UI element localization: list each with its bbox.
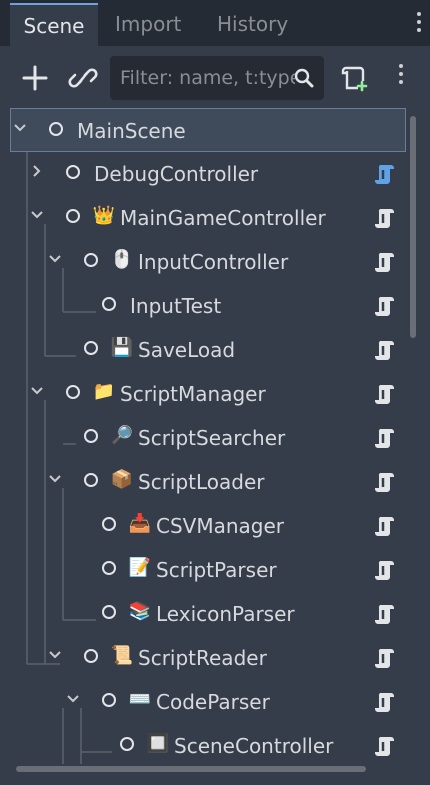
node-emoji-icon: 🖱️ xyxy=(110,249,134,270)
node-icon xyxy=(84,341,98,355)
node-emoji-icon: 🔲 xyxy=(146,733,170,754)
tree-row[interactable]: 📜 ScriptReader xyxy=(10,636,406,680)
node-icon xyxy=(66,165,80,179)
node-label: ScriptManager xyxy=(120,382,266,406)
node-icon xyxy=(102,693,116,707)
tree-row[interactable]: 📦 ScriptLoader xyxy=(10,460,406,504)
node-emoji-icon: 📦 xyxy=(110,469,134,490)
node-icon xyxy=(84,253,98,267)
tree-row[interactable]: 🔲 SceneController xyxy=(10,724,406,764)
tree-vertical-scrollbar[interactable] xyxy=(408,112,418,756)
more-options-icon[interactable] xyxy=(394,64,408,94)
node-emoji-icon: 📝 xyxy=(128,557,152,578)
chevron-down-icon[interactable] xyxy=(48,472,62,486)
tree-horizontal-scrollbar[interactable] xyxy=(16,764,398,774)
open-script-icon[interactable] xyxy=(374,162,396,186)
node-icon xyxy=(120,737,134,751)
dock-tab-bar: Scene Import History xyxy=(0,0,430,46)
tree-row[interactable]: 📥 CSVManager xyxy=(10,504,406,548)
tree-row[interactable]: 🖱️ InputController xyxy=(10,240,406,284)
tree-row[interactable]: 📝 ScriptParser xyxy=(10,548,406,592)
node-icon xyxy=(102,517,116,531)
script-icon[interactable] xyxy=(374,690,396,714)
script-icon[interactable] xyxy=(374,558,396,582)
node-emoji-icon: 📜 xyxy=(110,645,134,666)
attach-script-button[interactable] xyxy=(338,56,372,100)
node-label: ScriptSearcher xyxy=(138,426,286,450)
scene-tree: MainScene DebugController 👑 MainGameControl… xyxy=(10,108,406,764)
chevron-right-icon[interactable] xyxy=(30,164,44,178)
node-label: CSVManager xyxy=(156,514,285,538)
plus-icon xyxy=(22,65,48,91)
tree-row[interactable]: 💾 SaveLoad xyxy=(10,328,406,372)
node-label: SaveLoad xyxy=(138,338,236,362)
filter-input[interactable] xyxy=(120,56,295,100)
script-icon[interactable] xyxy=(374,646,396,670)
chevron-down-icon[interactable] xyxy=(30,384,44,398)
tree-row[interactable]: 📚 LexiconParser xyxy=(10,592,406,636)
chevron-down-icon[interactable] xyxy=(30,208,44,222)
script-icon[interactable] xyxy=(374,382,396,406)
script-icon[interactable] xyxy=(374,294,396,318)
tree-row[interactable]: ⌨️ CodeParser xyxy=(10,680,406,724)
instance-scene-button[interactable] xyxy=(64,56,102,100)
script-icon[interactable] xyxy=(374,514,396,538)
node-emoji-icon: 📚 xyxy=(128,601,152,622)
dock-menu-icon[interactable] xyxy=(416,12,422,36)
tree-row[interactable]: MainScene xyxy=(10,108,406,152)
node-label: MainScene xyxy=(77,119,186,143)
script-icon[interactable] xyxy=(374,338,396,362)
script-icon[interactable] xyxy=(374,734,396,758)
node-emoji-icon: 🔎 xyxy=(110,425,134,446)
node-emoji-icon: 💾 xyxy=(110,337,134,358)
horizontal-scroll-thumb[interactable] xyxy=(16,766,366,772)
tree-row[interactable]: 📁 ScriptManager xyxy=(10,372,406,416)
script-icon[interactable] xyxy=(374,602,396,626)
vertical-scroll-thumb[interactable] xyxy=(410,116,416,338)
tab-history[interactable]: History xyxy=(217,3,288,46)
node-icon xyxy=(84,473,98,487)
node-icon xyxy=(102,297,116,311)
tree-row[interactable]: 👑 MainGameController xyxy=(10,196,406,240)
script-icon[interactable] xyxy=(374,470,396,494)
script-icon[interactable] xyxy=(374,250,396,274)
script-icon[interactable] xyxy=(374,206,396,230)
node-icon xyxy=(66,385,80,399)
tree-row[interactable]: InputTest xyxy=(10,284,406,328)
link-icon xyxy=(68,68,98,88)
node-emoji-icon: 📥 xyxy=(128,513,152,534)
attach-script-icon xyxy=(341,66,368,92)
search-icon xyxy=(294,68,314,88)
node-label: CodeParser xyxy=(156,690,270,714)
node-icon xyxy=(84,649,98,663)
tree-row[interactable]: 🔎 ScriptSearcher xyxy=(10,416,406,460)
add-node-button[interactable] xyxy=(16,56,54,100)
node-label: ScriptLoader xyxy=(138,470,265,494)
node-label: DebugController xyxy=(94,162,259,186)
script-icon[interactable] xyxy=(374,426,396,450)
node-icon xyxy=(84,429,98,443)
tab-scene[interactable]: Scene xyxy=(10,3,98,46)
node-label: SceneController xyxy=(174,734,334,758)
node-label: MainGameController xyxy=(120,206,326,230)
node-label: ScriptReader xyxy=(138,646,267,670)
node-icon xyxy=(102,605,116,619)
chevron-down-icon[interactable] xyxy=(48,252,62,266)
node-emoji-icon: 📁 xyxy=(92,381,116,402)
chevron-down-icon[interactable] xyxy=(13,121,27,135)
node-emoji-icon: 👑 xyxy=(92,205,116,226)
tab-import[interactable]: Import xyxy=(115,3,181,46)
tree-row[interactable]: DebugController xyxy=(10,152,406,196)
node-label: InputTest xyxy=(130,294,222,318)
node-emoji-icon: ⌨️ xyxy=(128,689,152,710)
node-icon xyxy=(49,122,63,136)
chevron-down-icon[interactable] xyxy=(48,648,62,662)
node-icon xyxy=(66,209,80,223)
node-label: LexiconParser xyxy=(156,602,295,626)
filter-field xyxy=(110,56,324,100)
node-label: InputController xyxy=(138,250,289,274)
node-label: ScriptParser xyxy=(156,558,277,582)
chevron-down-icon[interactable] xyxy=(66,692,80,706)
node-icon xyxy=(102,561,116,575)
